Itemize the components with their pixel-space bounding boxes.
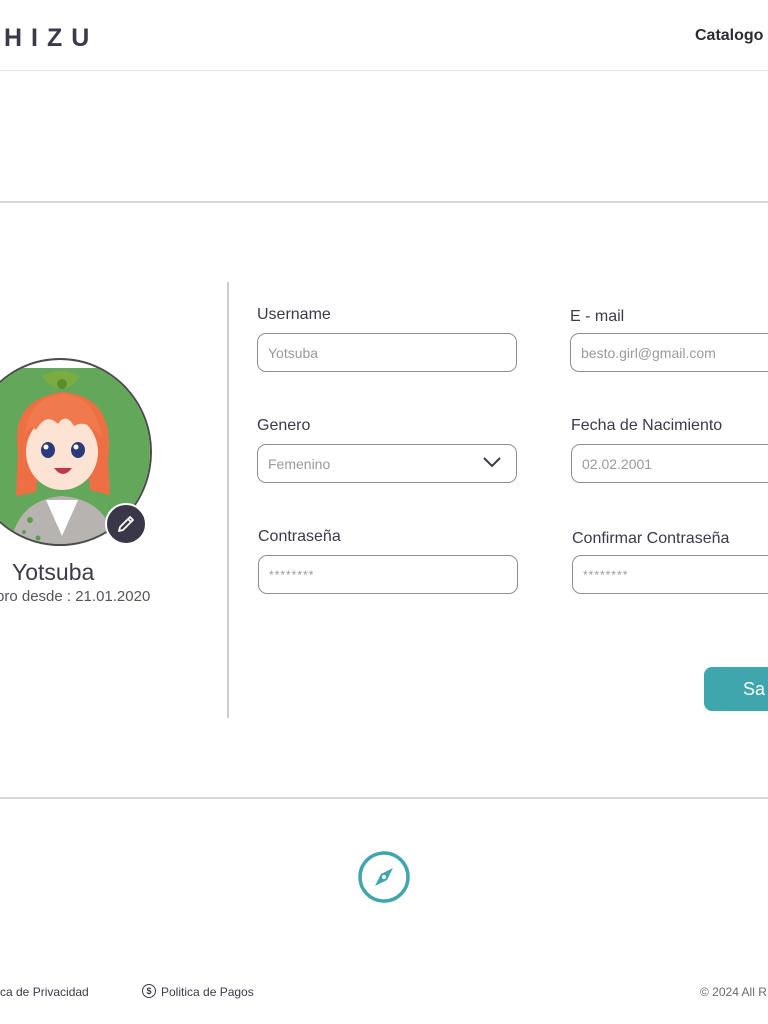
password-input[interactable]: ******** [258,555,518,594]
password-value: ******** [269,567,315,582]
username-label: Username [257,306,331,323]
confirm-password-value: ******** [583,567,629,582]
dollar-icon: $ [142,984,156,998]
column-divider [227,282,229,718]
site-header: HIZU Catalogo [0,0,768,71]
password-label: Contraseña [258,528,341,545]
pencil-icon [118,516,134,532]
edit-avatar-button[interactable] [105,503,147,545]
nav-catalogo-link[interactable]: Catalogo [695,27,763,45]
footer-copyright: © 2024 All R [700,985,767,999]
fecha-label: Fecha de Nacimiento [571,417,723,434]
site-logo[interactable]: HIZU [4,24,98,53]
username-input[interactable]: Yotsuba [257,333,517,372]
genero-value: Femenino [268,455,331,472]
email-label: E - mail [570,308,625,325]
genero-select[interactable]: Femenino [257,444,517,483]
save-button[interactable]: Sa [704,667,768,711]
section-divider-top [0,201,768,203]
genero-label: Genero [257,417,311,434]
chevron-down-icon [483,457,501,468]
compass-icon[interactable] [357,850,411,904]
fecha-value: 02.02.2001 [582,455,653,472]
fecha-input[interactable]: 02.02.2001 [571,444,768,483]
footer-privacy-link[interactable]: ca de Privacidad [0,985,89,999]
confirm-password-label: Confirmar Contraseña [572,530,730,547]
section-divider-bottom [0,797,768,799]
email-value: besto.girl@gmail.com [581,344,716,361]
username-value: Yotsuba [268,344,319,361]
email-input[interactable]: besto.girl@gmail.com [570,333,768,372]
profile-name: Yotsuba [12,559,95,585]
confirm-password-input[interactable]: ******** [572,555,768,594]
member-since-text: bro desde : 21.01.2020 [0,588,151,605]
footer-payments-link[interactable]: Politica de Pagos [161,985,254,999]
